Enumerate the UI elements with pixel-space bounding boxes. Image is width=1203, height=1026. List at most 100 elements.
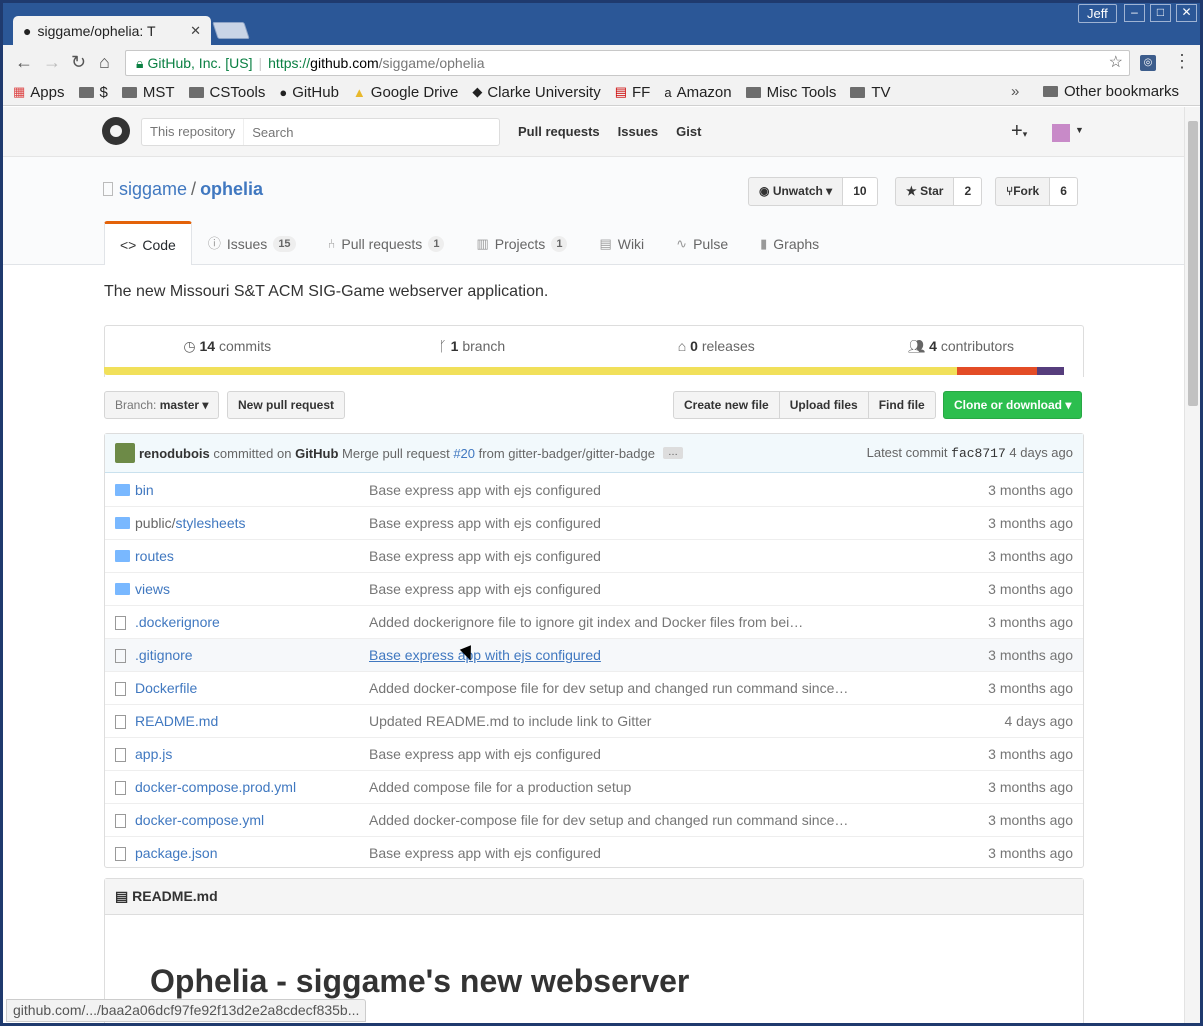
commit-message-link[interactable]: Added compose file for a production setu… — [369, 779, 851, 795]
scrollbar[interactable] — [1184, 107, 1200, 1023]
tab-pulse[interactable]: ∿ Pulse — [660, 221, 744, 265]
browser-tab[interactable]: ● siggame/ophelia: T ✕ — [13, 16, 211, 45]
bookmark-folder[interactable]: CSTools — [188, 84, 265, 101]
commit-message-link[interactable]: Added dockerignore file to ignore git in… — [369, 614, 851, 630]
create-new-file-button[interactable]: Create new file — [673, 391, 780, 419]
search-input[interactable] — [244, 124, 499, 140]
github-logo-icon[interactable] — [102, 117, 130, 145]
bookmark-folder[interactable]: MST — [121, 84, 175, 101]
commit-message-post[interactable]: from gitter-badger/gitter-badge — [479, 446, 655, 461]
bookmark-google-drive[interactable]: ▲ Google Drive — [353, 84, 458, 101]
file-name-link[interactable]: views — [135, 581, 369, 597]
file-name-link[interactable]: Dockerfile — [135, 680, 369, 696]
close-window-icon[interactable]: ✕ — [1176, 4, 1197, 22]
chevron-down-icon[interactable]: ▼ — [1075, 125, 1084, 135]
other-bookmarks[interactable]: Other bookmarks — [1043, 83, 1179, 100]
scrollbar-thumb[interactable] — [1188, 121, 1198, 406]
bookmark-folder[interactable]: Misc Tools — [745, 84, 836, 101]
avatar[interactable] — [115, 443, 135, 463]
file-name-link[interactable]: public/stylesheets — [135, 515, 369, 531]
nav-issues[interactable]: Issues — [618, 124, 658, 139]
new-pull-request-button[interactable]: New pull request — [227, 391, 346, 419]
repo-name-link[interactable]: ophelia — [200, 179, 263, 199]
file-name-link[interactable]: docker-compose.prod.yml — [135, 779, 369, 795]
commit-pr-link[interactable]: #20 — [453, 446, 475, 461]
back-icon[interactable]: ← — [15, 52, 33, 73]
find-file-button[interactable]: Find file — [867, 391, 936, 419]
bookmark-star-icon[interactable]: ☆ — [1109, 51, 1123, 75]
language-segment[interactable] — [104, 367, 957, 375]
fork-button[interactable]: ⑂Fork — [995, 177, 1051, 206]
commit-message-link[interactable]: Base express app with ejs configured — [369, 647, 851, 663]
commit-author[interactable]: renodubois — [139, 446, 210, 461]
bookmark-folder[interactable]: TV — [850, 84, 891, 101]
language-segment[interactable] — [1036, 367, 1065, 375]
watch-count[interactable]: 10 — [843, 177, 878, 206]
bookmark-ff[interactable]: ▤ FF — [615, 84, 651, 101]
page-content: This repository Pull requests Issues Gis… — [3, 107, 1184, 1023]
bookmarks-overflow-icon[interactable]: » — [1011, 83, 1019, 100]
address-bar[interactable]: 🔒︎ GitHub, Inc. [US] | https://github.com/s… — [125, 50, 1130, 76]
commit-message-link[interactable]: Base express app with ejs configured — [369, 482, 851, 498]
file-name-link[interactable]: routes — [135, 548, 369, 564]
bookmark-apps[interactable]: ▦ Apps — [13, 84, 65, 101]
tab-wiki[interactable]: ▤ Wiki — [583, 221, 660, 265]
commit-message-link[interactable]: Base express app with ejs configured — [369, 845, 851, 861]
unwatch-button[interactable]: ◉ Unwatch ▾ — [748, 177, 844, 206]
create-new-icon[interactable]: +▾ — [1011, 120, 1027, 143]
file-name-link[interactable]: README.md — [135, 713, 369, 729]
branch-select-button[interactable]: Branch: master ▾ — [104, 391, 220, 419]
bookmark-github[interactable]: ● GitHub — [279, 84, 339, 101]
tab-graphs[interactable]: ▮ Graphs — [744, 221, 835, 265]
clone-or-download-button[interactable]: Clone or download ▾ — [943, 391, 1083, 419]
language-segment[interactable] — [956, 367, 1037, 375]
commit-message-link[interactable]: Base express app with ejs configured — [369, 746, 851, 762]
upload-files-button[interactable]: Upload files — [778, 391, 869, 419]
nav-gist[interactable]: Gist — [676, 124, 701, 139]
issue-icon: ⓘ — [207, 235, 221, 251]
commit-message-link[interactable]: Updated README.md to include link to Git… — [369, 713, 851, 729]
home-icon[interactable]: ⌂ — [99, 52, 110, 73]
bookmark-amazon[interactable]: a Amazon — [664, 84, 731, 101]
file-name-link[interactable]: .dockerignore — [135, 614, 369, 630]
extension-icon[interactable]: ◎ — [1140, 55, 1156, 71]
reload-icon[interactable]: ↻ — [71, 52, 86, 73]
nav-pull-requests[interactable]: Pull requests — [518, 124, 600, 139]
bookmark-clarke[interactable]: ◆ Clarke University — [472, 84, 600, 101]
bookmark-folder[interactable]: $ — [78, 84, 108, 101]
file-name-link[interactable]: bin — [135, 482, 369, 498]
language-bar[interactable] — [104, 367, 1084, 375]
commit-message-link[interactable]: Base express app with ejs configured — [369, 581, 851, 597]
star-count[interactable]: 2 — [954, 177, 983, 206]
expand-commit-button[interactable]: … — [662, 447, 683, 459]
star-button[interactable]: ★ Star — [895, 177, 955, 206]
commit-message-pre[interactable]: Merge pull request — [342, 446, 450, 461]
avatar[interactable] — [1052, 124, 1070, 142]
file-name-link[interactable]: docker-compose.yml — [135, 812, 369, 828]
apps-grid-icon: ▦ — [13, 84, 26, 99]
commit-sha[interactable]: fac8717 — [951, 446, 1006, 461]
tab-code[interactable]: <> Code — [104, 221, 192, 265]
fork-count[interactable]: 6 — [1050, 177, 1078, 206]
file-name-link[interactable]: package.json — [135, 845, 369, 861]
pull-request-icon: ⑃ — [327, 235, 336, 251]
profile-button[interactable]: Jeff — [1078, 4, 1117, 23]
maximize-icon[interactable]: □ — [1150, 4, 1171, 22]
new-tab-button[interactable] — [212, 22, 250, 39]
forward-icon[interactable]: → — [43, 52, 61, 73]
commit-message-link[interactable]: Base express app with ejs configured — [369, 548, 851, 564]
file-name-link[interactable]: app.js — [135, 746, 369, 762]
tab-pull-requests[interactable]: ⑃ Pull requests 1 — [312, 221, 461, 265]
table-row: docker-compose.prod.yml Added compose fil… — [105, 770, 1083, 803]
commit-message-link[interactable]: Added docker-compose file for dev setup … — [369, 812, 851, 828]
repo-owner-link[interactable]: siggame — [119, 179, 187, 199]
tab-issues[interactable]: ⓘ Issues 15 — [192, 221, 312, 265]
minimize-icon[interactable]: – — [1124, 4, 1145, 22]
commit-message-link[interactable]: Added docker-compose file for dev setup … — [369, 680, 851, 696]
menu-icon[interactable]: ⋮ — [1173, 51, 1191, 72]
file-name-link[interactable]: .gitignore — [135, 647, 369, 663]
commit-message-link[interactable]: Base express app with ejs configured — [369, 515, 851, 531]
tab-projects[interactable]: ▥ Projects 1 — [460, 221, 583, 265]
close-tab-icon[interactable]: ✕ — [190, 23, 201, 39]
search-scope: This repository — [142, 119, 245, 145]
